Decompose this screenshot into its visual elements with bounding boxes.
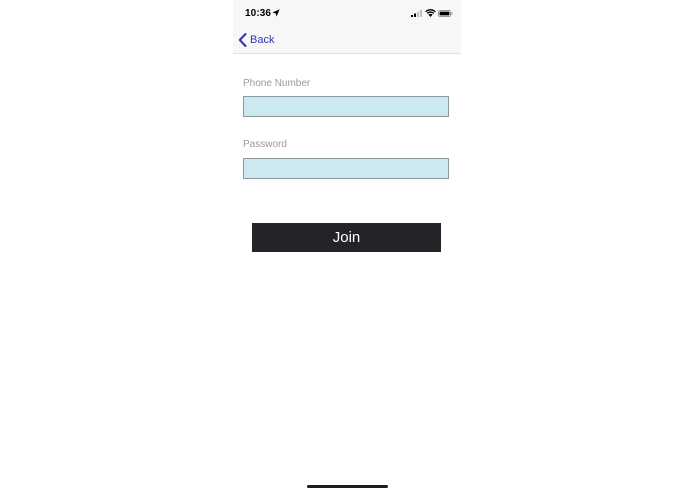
battery-icon (438, 10, 453, 17)
location-arrow-icon (272, 9, 280, 17)
cellular-signal-icon (411, 10, 422, 17)
back-button[interactable]: Back (238, 32, 274, 48)
phone-number-input[interactable] (243, 96, 449, 117)
navigation-bar: Back (233, 27, 461, 54)
phone-screen: 10:36 Back Phone Number Password Join (233, 0, 461, 494)
back-label: Back (250, 34, 275, 46)
phone-number-label: Phone Number (243, 78, 311, 89)
status-bar: 10:36 (233, 0, 461, 27)
wifi-icon (425, 9, 436, 17)
status-time: 10:36 (245, 8, 272, 19)
home-indicator (307, 485, 388, 488)
password-label: Password (243, 139, 287, 150)
chevron-left-icon (238, 33, 247, 47)
password-input[interactable] (243, 158, 449, 179)
join-button[interactable]: Join (252, 223, 441, 252)
